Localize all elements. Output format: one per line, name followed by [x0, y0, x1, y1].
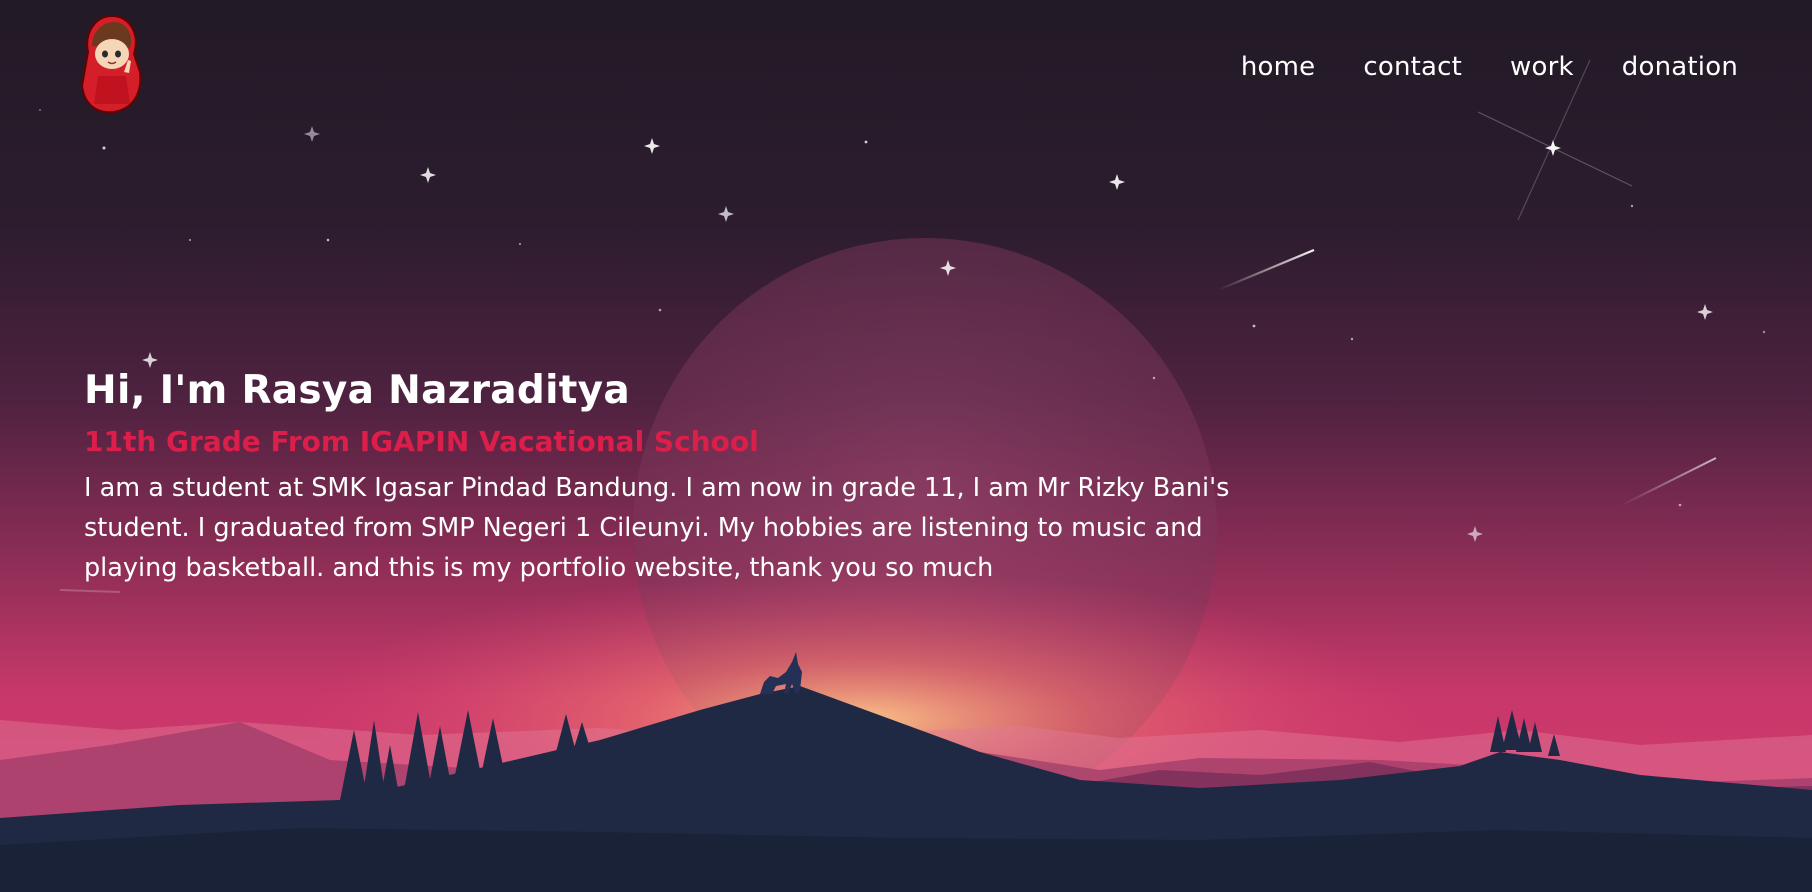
hero-subtitle: 11th Grade From IGAPIN Vacational School [84, 425, 759, 458]
main-nav: home contact work donation [1241, 52, 1738, 82]
nav-donation[interactable]: donation [1622, 52, 1738, 82]
nav-contact[interactable]: contact [1363, 52, 1462, 82]
hero-title: Hi, I'm Rasya Nazraditya [84, 368, 631, 413]
chibi-avatar-icon [80, 14, 142, 114]
logo[interactable] [74, 12, 146, 116]
hero-section: Hi, I'm Rasya Nazraditya 11th Grade From… [84, 368, 1264, 588]
nav-work[interactable]: work [1510, 52, 1574, 82]
hero-description: I am a student at SMK Igasar Pindad Band… [84, 473, 1230, 583]
nav-home[interactable]: home [1241, 52, 1316, 82]
